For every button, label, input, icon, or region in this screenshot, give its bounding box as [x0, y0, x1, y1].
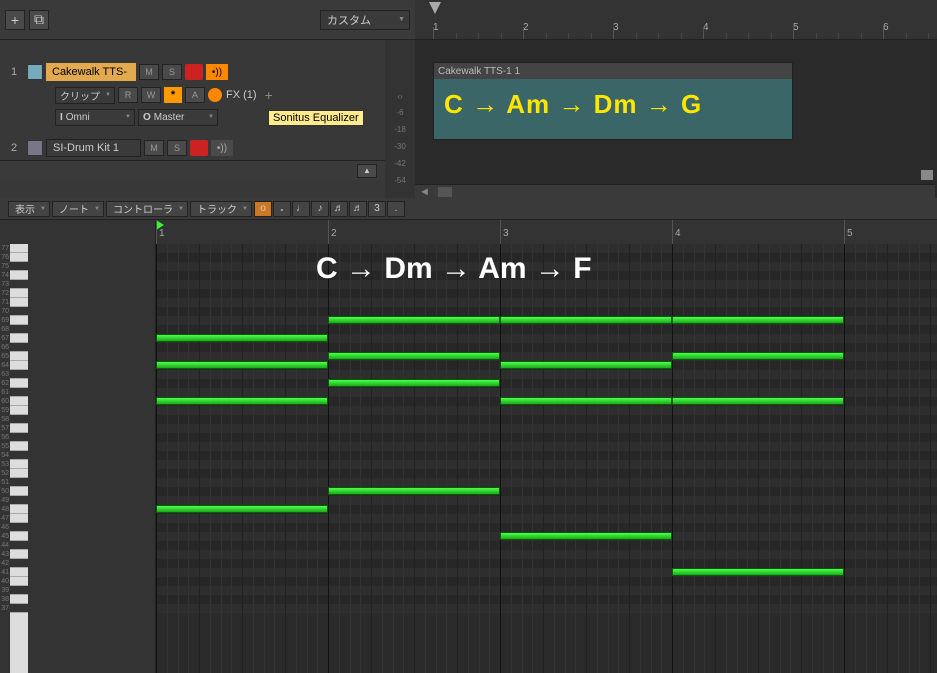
- midi-note[interactable]: [672, 397, 844, 405]
- timeline-ruler[interactable]: 123456: [415, 0, 937, 40]
- midi-note[interactable]: [672, 568, 844, 576]
- solo-button[interactable]: S: [167, 140, 187, 156]
- track-name-field[interactable]: Cakewalk TTS-: [46, 63, 136, 81]
- midi-icon: [27, 64, 43, 80]
- midi-note[interactable]: [500, 316, 672, 324]
- record-arm-button[interactable]: [190, 140, 208, 156]
- note-menu[interactable]: ノート: [52, 201, 104, 217]
- midi-note[interactable]: [328, 379, 500, 387]
- bar-number: 5: [847, 228, 853, 239]
- bar-number: 3: [503, 228, 509, 239]
- midi-note[interactable]: [500, 361, 672, 369]
- arrangement-view: 123456 Cakewalk TTS-1 1 C → Am → Dm → G …: [415, 0, 937, 198]
- midi-note[interactable]: [156, 505, 328, 513]
- fx-rack: FX (1) +: [208, 87, 277, 103]
- clip-overlay-text: C → Am → Dm → G: [444, 89, 702, 120]
- note-value-buttons: o 𝅗 ♩ ♪ ♬ ♬ 3 .: [254, 201, 405, 217]
- track-menu[interactable]: トラック: [190, 201, 252, 217]
- add-button[interactable]: +: [5, 10, 25, 30]
- pianoroll-ruler[interactable]: 1 2 3 4 5: [0, 220, 937, 244]
- automation-button[interactable]: A: [185, 87, 205, 103]
- triplet-button[interactable]: 3: [368, 201, 386, 217]
- top-toolbar: + ⧉ カスタム: [0, 0, 415, 40]
- track-number: 1: [4, 66, 24, 78]
- clip-header: Cakewalk TTS-1 1: [434, 63, 792, 79]
- playhead-marker[interactable]: [429, 2, 441, 14]
- clip-menu-icon[interactable]: [921, 170, 933, 180]
- mute-button[interactable]: M: [139, 64, 159, 80]
- fx-power-icon[interactable]: [208, 88, 222, 102]
- midi-note[interactable]: [328, 352, 500, 360]
- solo-button[interactable]: S: [162, 64, 182, 80]
- note-grid[interactable]: C → Dm → Am → F: [156, 244, 937, 673]
- midi-note[interactable]: [328, 487, 500, 495]
- dotted-button[interactable]: .: [387, 201, 405, 217]
- quarter-note-button[interactable]: ♩: [292, 201, 310, 217]
- meter-scale: ‹› -6 -18 -30 -42 -54: [385, 40, 415, 198]
- tooltip: Sonitus Equalizer: [268, 110, 364, 126]
- collapse-up-button[interactable]: ▲: [357, 164, 377, 178]
- midi-note[interactable]: [156, 334, 328, 342]
- input-dropdown[interactable]: IOmni: [55, 109, 135, 126]
- duplicate-button[interactable]: ⧉: [29, 10, 49, 30]
- fx-label[interactable]: FX (1): [226, 89, 257, 101]
- bar-number: 4: [675, 228, 681, 239]
- pianoroll-toolbar: 表示 ノート コントローラ トラック o 𝅗 ♩ ♪ ♬ ♬ 3 .: [0, 198, 937, 220]
- sixteenth-note-button[interactable]: ♬: [330, 201, 348, 217]
- preset-dropdown[interactable]: カスタム: [320, 10, 410, 30]
- mute-button[interactable]: M: [144, 140, 164, 156]
- midi-icon: [27, 140, 43, 156]
- track-row[interactable]: 1 Cakewalk TTS- M S •)): [0, 60, 385, 84]
- scrollbar-thumb[interactable]: [438, 187, 452, 197]
- key-numbers: 7776757473727170696867666564636261605958…: [0, 244, 10, 673]
- expand-handle[interactable]: ‹›: [397, 92, 402, 104]
- fx-add-button[interactable]: +: [261, 87, 277, 103]
- output-dropdown[interactable]: OMaster: [138, 109, 218, 126]
- midi-note[interactable]: [500, 397, 672, 405]
- clip-lane[interactable]: Cakewalk TTS-1 1 C → Am → Dm → G: [415, 40, 937, 198]
- midi-note[interactable]: [328, 316, 500, 324]
- controller-menu[interactable]: コントローラ: [106, 201, 188, 217]
- midi-note[interactable]: [156, 361, 328, 369]
- input-echo-button[interactable]: •)): [211, 140, 233, 156]
- whole-note-button[interactable]: o: [254, 201, 272, 217]
- thirtysecond-note-button[interactable]: ♬: [349, 201, 367, 217]
- input-echo-button[interactable]: •)): [206, 64, 228, 80]
- midi-note[interactable]: [672, 316, 844, 324]
- bar-number: 1: [159, 228, 165, 239]
- track-panel-footer: ▲: [0, 160, 385, 180]
- clip-mode-dropdown[interactable]: クリップ: [55, 87, 115, 104]
- horizontal-scrollbar[interactable]: ◄: [415, 184, 935, 198]
- chord-overlay-text: C → Dm → Am → F: [316, 252, 592, 286]
- midi-note[interactable]: [500, 532, 672, 540]
- midi-clip[interactable]: Cakewalk TTS-1 1 C → Am → Dm → G: [433, 62, 793, 140]
- track-list: 1 Cakewalk TTS- M S •)) クリップ R W * A: [0, 40, 385, 160]
- view-menu[interactable]: 表示: [8, 201, 50, 217]
- read-button[interactable]: R: [118, 87, 138, 103]
- record-arm-button[interactable]: [185, 64, 203, 80]
- midi-note[interactable]: [156, 397, 328, 405]
- pr-left-gap: [28, 244, 156, 673]
- eighth-note-button[interactable]: ♪: [311, 201, 329, 217]
- track-row[interactable]: 2 SI-Drum Kit 1 M S •)): [0, 136, 385, 160]
- track-name-field[interactable]: SI-Drum Kit 1: [46, 139, 141, 157]
- piano-keys[interactable]: [10, 244, 28, 673]
- midi-note[interactable]: [672, 352, 844, 360]
- half-note-button[interactable]: 𝅗: [273, 201, 291, 217]
- freeze-button[interactable]: *: [164, 87, 182, 103]
- write-button[interactable]: W: [141, 87, 161, 103]
- track-subrow: クリップ R W * A FX (1) +: [0, 84, 385, 106]
- bar-number: 2: [331, 228, 337, 239]
- track-number: 2: [4, 142, 24, 154]
